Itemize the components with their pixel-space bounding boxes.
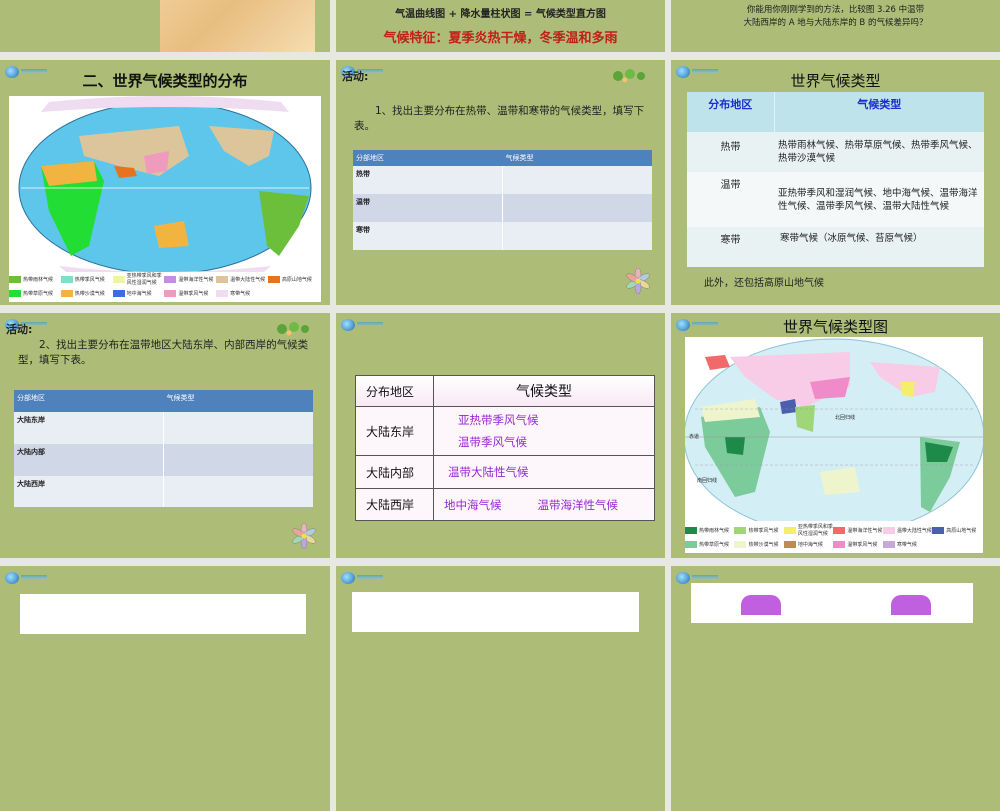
legend-item: 亚热带季风和季风性湿润气候 — [112, 272, 165, 286]
flower-decoration-icon — [292, 523, 316, 549]
legend-item: 热带雨林气候 — [9, 272, 61, 286]
slide-thumbnail-12[interactable] — [671, 566, 1000, 811]
activity-text: 2、找出主要分布在温带地区大陆东岸、内部西岸的气候类型，填写下表。 — [18, 339, 309, 366]
slide-thumbnail-5[interactable]: 活动: 1、找出主要分布在热带、温带和寒带的气候类型，填写下表。 分部地区 气候类… — [336, 60, 665, 305]
sand-image — [160, 0, 315, 52]
map-sketch-image — [20, 594, 306, 634]
table-row: 大陆西岸 — [14, 476, 313, 507]
slide-thumbnail-6[interactable]: 世界气候类型 分布地区 气候类型 热带 热带雨林气候、热带草原气候、热带季风气候、热… — [671, 60, 1000, 305]
legend-item: 热带草原气候 — [685, 537, 734, 551]
map-legend: 热带雨林气候 热带季风气候 亚热带季风和季风性湿润气候 温带海洋性气候 温带大陆… — [9, 272, 321, 300]
slide-title: 世界气候类型 — [790, 72, 881, 90]
climate-types-table: 分布地区 气候类型 热带 热带雨林气候、热带草原气候、热带季风气候、热带沙漠气候 温… — [687, 92, 984, 267]
equator-label: 赤道 — [689, 434, 700, 440]
legend-item: 温带大陆性气候 — [882, 523, 932, 537]
legend-item: 温带海洋性气候 — [833, 523, 882, 537]
table-row: 温带 — [353, 194, 652, 222]
vine-decoration-icon — [613, 69, 645, 83]
activity-text: 1、找出主要分布在热带、温带和寒带的气候类型，填写下表。 — [354, 105, 645, 132]
legend-item: 热带草原气候 — [9, 286, 61, 300]
fill-in-table: 分部地区 气候类型 大陆东岸 大陆内部 大陆西岸 — [14, 390, 313, 507]
legend-item: 亚热带季风和季风性湿润气候 — [783, 523, 833, 537]
logo-icon — [341, 572, 383, 584]
slide-thumbnail-7[interactable]: 活动: 2、找出主要分布在温带地区大陆东岸、内部西岸的气候类型，填写下表。 分部… — [0, 313, 330, 558]
table-row: 大陆东岸 亚热带季风气候 温带季风气候 — [355, 406, 655, 456]
activity-heading: 活动: — [342, 70, 369, 83]
activity-heading: 活动: — [6, 323, 33, 336]
legend-item: 寒带气候 — [216, 286, 268, 300]
table-row: 寒带 寒带气候（冰原气候、苔原气候） — [687, 227, 984, 267]
table-header: 分布地区 — [355, 375, 434, 407]
slide-title: 二、世界气候类型的分布 — [82, 72, 248, 90]
world-climate-map: 热带雨林气候 热带季风气候 亚热带季风和季风性湿润气候 温带海洋性气候 温带大陆… — [9, 96, 321, 302]
map-sketch-image — [691, 583, 973, 623]
table-row: 大陆内部 — [14, 444, 313, 476]
flower-decoration-icon — [626, 268, 650, 294]
slide-title: 世界气候类型图 — [782, 318, 888, 336]
legend-item: 温带季风气候 — [164, 286, 216, 300]
table-row: 大陆内部 温带大陆性气候 — [355, 455, 655, 489]
table-row: 大陆西岸 地中海气候 温带海洋性气候 — [355, 488, 655, 521]
map-sketch-image — [352, 592, 639, 632]
slide-thumbnail-3[interactable]: 你能用你刚刚学到的方法，比较图 3.26 中温带 大陆西岸的 A 地与大陆东岸的… — [671, 0, 1000, 52]
table-row: 温带 亚热带季风和湿润气候、地中海气候、温带海洋性气候、温带季风气候、温带大陆性气… — [687, 172, 984, 227]
legend-item: 热带季风气候 — [60, 272, 113, 286]
note-text: 此外，还包括高原山地气候 — [704, 278, 824, 289]
slide-thumbnail-4[interactable]: 二、世界气候类型的分布 热带雨林气候 热带季风气候 亚热带季风和季风性湿润气候 … — [0, 60, 330, 305]
table-header: 分部地区 — [353, 150, 503, 166]
legend-item: 热带沙漠气候 — [60, 286, 113, 300]
slide-thumbnail-2[interactable]: 气温曲线图 + 降水量柱状图 = 气候类型直方图 气候特征：夏季炎热干燥，冬季温… — [336, 0, 665, 52]
slide-thumbnail-1[interactable] — [0, 0, 330, 52]
tropic-south-label: 南回归线 — [697, 478, 718, 484]
slide-thumbnail-8[interactable]: 分布地区 气候类型 大陆东岸 亚热带季风气候 温带季风气候 大陆内部 温带大陆性气候 大… — [336, 313, 665, 558]
table-row: 热带 热带雨林气候、热带草原气候、热带季风气候、热带沙漠气候 — [687, 132, 984, 172]
legend-item: 地中海气候 — [112, 286, 165, 300]
map-graphic — [683, 338, 985, 536]
logo-icon — [676, 572, 718, 584]
tropic-north-label: 北回归线 — [835, 415, 856, 421]
formula-text: 气温曲线图 + 降水量柱状图 = 气候类型直方图 — [395, 9, 606, 20]
legend-item: 热带雨林气候 — [685, 523, 734, 537]
table-row: 热带 — [353, 166, 652, 194]
table-row: 寒带 — [353, 222, 652, 250]
legend-item: 寒带气候 — [882, 537, 932, 551]
legend-item: 地中海气候 — [783, 537, 833, 551]
table-row: 大陆东岸 — [14, 412, 313, 444]
map-graphic — [18, 96, 312, 275]
climate-feature-text: 气候特征：夏季炎热干燥，冬季温和多雨 — [383, 31, 618, 46]
question-line-2: 大陆西岸的 A 地与大陆东岸的 B 的气候差异吗？ — [743, 18, 928, 28]
legend-item: 热带沙漠气候 — [734, 537, 783, 551]
table-header: 分部地区 — [14, 390, 164, 412]
legend-item: 热带季风气候 — [734, 523, 783, 537]
fill-in-table: 分部地区 气候类型 热带 温带 寒带 — [353, 150, 652, 250]
answer-table: 分布地区 气候类型 大陆东岸 亚热带季风气候 温带季风气候 大陆内部 温带大陆性气候 大… — [355, 375, 655, 521]
table-header: 气候类型 — [502, 150, 652, 166]
question-line-1: 你能用你刚刚学到的方法，比较图 3.26 中温带 — [746, 5, 925, 15]
table-header: 气候类型 — [433, 375, 655, 407]
table-header: 分布地区 — [708, 98, 753, 111]
legend-item: 温带海洋性气候 — [164, 272, 216, 286]
slide-thumbnail-10[interactable] — [0, 566, 330, 811]
table-header: 气候类型 — [163, 390, 313, 412]
slide-thumbnail-9[interactable]: 世界气候类型图 赤道 北回归线 南回归线 热带雨林气候 热带季风气候 亚热带季风… — [671, 313, 1000, 558]
legend-item: 温带大陆性气候 — [216, 272, 268, 286]
legend-item: 温带季风气候 — [833, 537, 882, 551]
slide-thumbnail-11[interactable] — [336, 566, 665, 811]
logo-icon — [5, 572, 47, 584]
logo-icon — [341, 319, 383, 331]
vine-decoration-icon — [277, 322, 309, 336]
world-climate-map: 赤道 北回归线 南回归线 热带雨林气候 热带季风气候 亚热带季风和季风性湿润气候… — [683, 337, 985, 553]
legend-item: 高原山地气候 — [932, 523, 981, 537]
legend-item: 高原山地气候 — [267, 272, 320, 286]
table-header: 气候类型 — [773, 92, 984, 132]
map-legend: 热带雨林气候 热带季风气候 亚热带季风和季风性湿润气候 温带海洋性气候 温带大陆… — [685, 523, 983, 551]
